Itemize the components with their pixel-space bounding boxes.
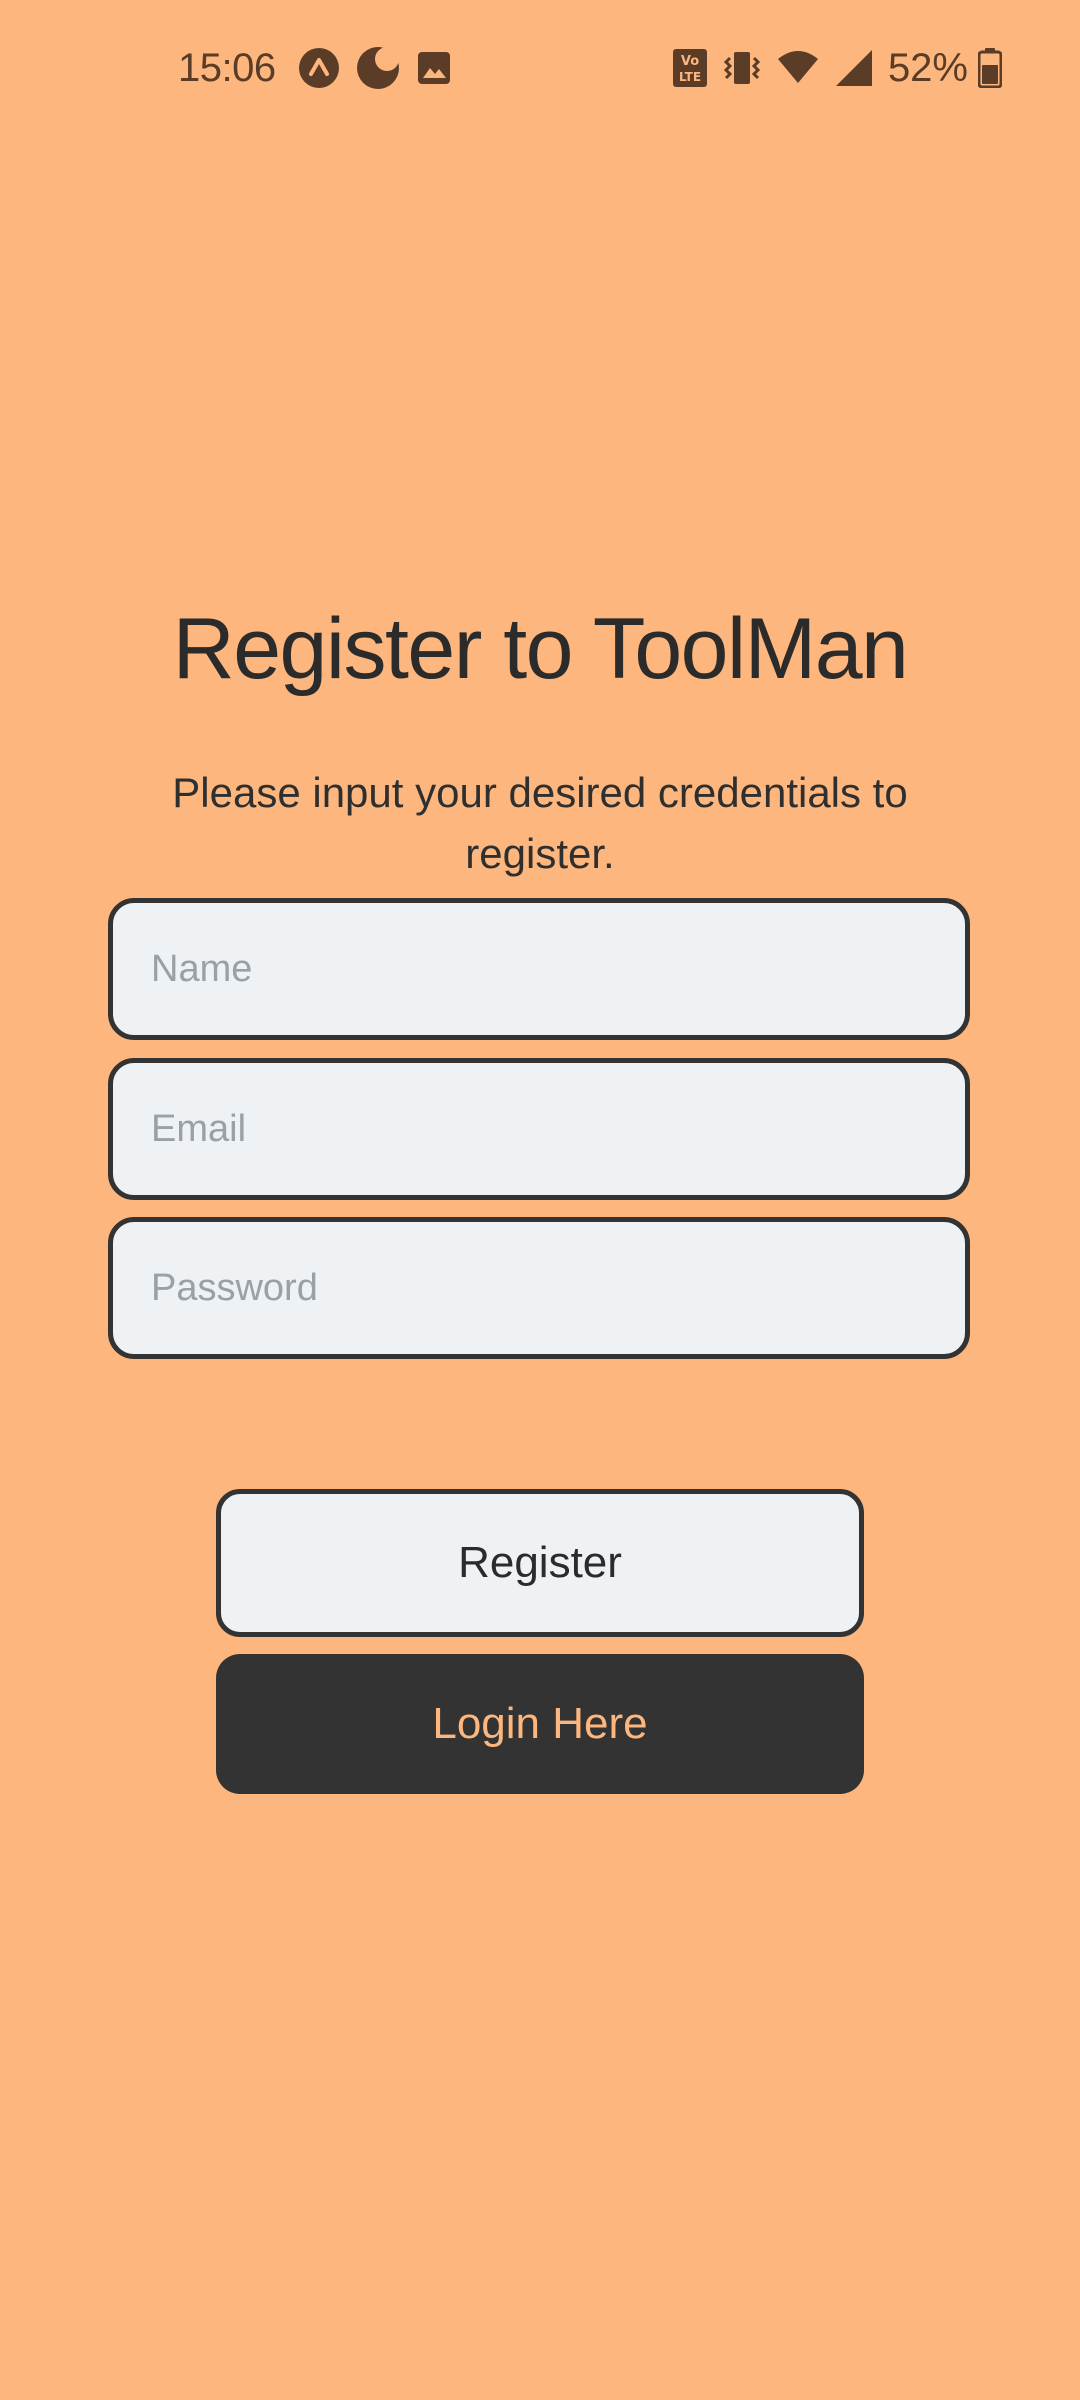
volte-icon: Vo LTE	[672, 48, 708, 88]
night-mode-icon	[356, 46, 400, 90]
battery-icon	[978, 48, 1002, 88]
page-subtitle: Please input your desired credentials to…	[172, 769, 908, 877]
status-bar-left: 15:06	[178, 46, 468, 91]
image-icon	[416, 50, 452, 86]
email-field[interactable]	[108, 1058, 970, 1200]
expo-icon	[298, 47, 340, 89]
status-time: 15:06	[178, 45, 276, 90]
battery-percentage: 52%	[887, 45, 968, 90]
page-title: Register to ToolMan	[172, 601, 909, 697]
status-bar: 15:06 Vo LTE 52%	[178, 40, 1016, 96]
svg-text:Vo: Vo	[681, 54, 699, 69]
register-screen: 15:06 Vo LTE 52% Register to ToolMan Ple…	[0, 0, 1080, 2400]
register-button[interactable]: Register	[216, 1489, 864, 1637]
vibrate-icon	[722, 48, 762, 88]
wifi-icon	[776, 49, 820, 87]
status-bar-right: Vo LTE 52%	[672, 46, 1016, 91]
svg-text:LTE: LTE	[679, 70, 701, 84]
password-field[interactable]	[108, 1217, 970, 1359]
login-here-button[interactable]: Login Here	[216, 1654, 864, 1794]
name-field[interactable]	[108, 898, 970, 1040]
signal-icon	[834, 48, 874, 88]
